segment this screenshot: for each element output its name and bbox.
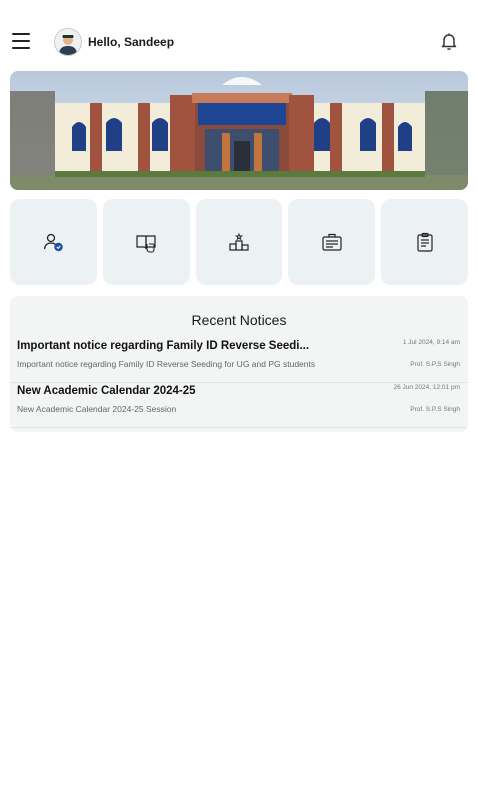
user-check-icon — [44, 233, 64, 252]
notice-title: New Academic Calendar 2024-25 — [17, 385, 196, 397]
quick-action-achievements[interactable] — [195, 199, 283, 285]
book-hand-icon — [136, 235, 156, 253]
notice-title: Important notice regarding Family ID Rev… — [17, 340, 310, 352]
menu-icon[interactable] — [12, 33, 30, 49]
avatar[interactable] — [54, 28, 82, 56]
quick-action-profile[interactable] — [10, 199, 97, 285]
notice-description: New Academic Calendar 2024-25 Session — [17, 404, 177, 414]
podium-icon — [229, 232, 249, 251]
notice-description: Important notice regarding Family ID Rev… — [17, 359, 316, 369]
notice-date: 26 Jun 2024, 12:01 pm — [393, 384, 461, 391]
quick-actions — [10, 199, 468, 285]
id-card-icon — [322, 233, 342, 251]
quick-action-id-card[interactable] — [288, 199, 376, 285]
quick-action-assignments[interactable] — [381, 199, 468, 285]
campus-banner-image — [10, 71, 468, 190]
app-bar: Hello, Sandeep — [0, 0, 478, 72]
recent-notices-panel: Recent Notices Important notice regardin… — [10, 296, 468, 432]
notice-date: 1 Jul 2024, 9:14 am — [402, 339, 460, 346]
quick-action-courses[interactable] — [102, 199, 190, 285]
recent-notices-title: Recent Notices — [191, 312, 287, 328]
notice-author: Prof. S.P.S Singh — [410, 361, 460, 368]
bell-icon[interactable] — [439, 31, 459, 51]
notice-author: Prof. S.P.S Singh — [410, 406, 460, 413]
notice-item[interactable]: New Academic Calendar 2024-25 New Academ… — [10, 383, 468, 428]
notice-item[interactable]: Important notice regarding Family ID Rev… — [10, 338, 468, 383]
greeting-text: Hello, Sandeep — [88, 35, 175, 49]
clipboard-icon — [416, 232, 433, 252]
